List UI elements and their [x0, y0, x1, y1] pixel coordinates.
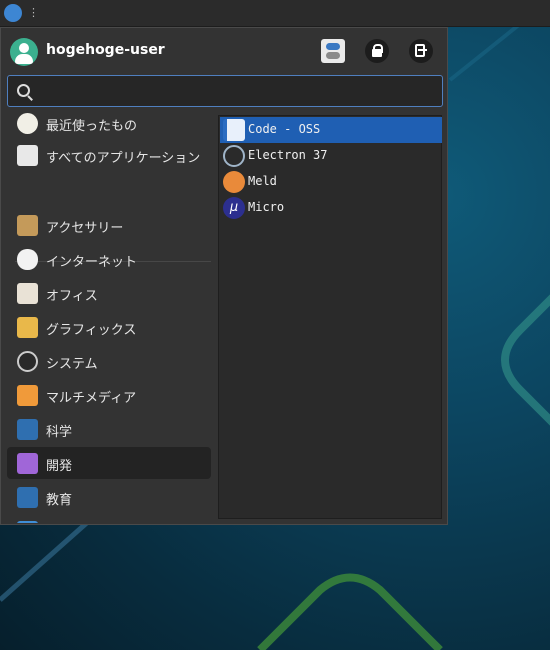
category-internet[interactable]: インターネット: [7, 243, 211, 275]
category-settings[interactable]: 設定: [7, 515, 211, 523]
search-box[interactable]: [7, 75, 443, 107]
category-label: オフィス: [46, 289, 98, 304]
category-label: マルチメディア: [46, 391, 137, 406]
category-graphics[interactable]: グラフィックス: [7, 311, 211, 343]
username: hogehoge-user: [46, 42, 165, 58]
micro-icon: μ: [223, 197, 245, 219]
system-icon: [17, 351, 38, 372]
category-label: 教育: [46, 493, 73, 508]
category-label: グラフィックス: [46, 323, 137, 338]
whisker-menu-icon[interactable]: [4, 4, 22, 22]
settings-button[interactable]: [321, 39, 345, 63]
office-icon: [17, 283, 38, 304]
category-label: すべてのアプリケーション: [46, 151, 201, 166]
education-icon: [17, 487, 38, 508]
category-label: アクセサリー: [46, 221, 124, 236]
app-label: Code - OSS: [248, 122, 321, 136]
logout-button[interactable]: [409, 39, 433, 63]
category-label: 開発: [46, 459, 73, 474]
app-electron[interactable]: Electron 37: [220, 143, 442, 169]
category-label: 科学: [46, 425, 73, 440]
electron-icon: [223, 145, 245, 167]
settings-icon-part: [326, 52, 340, 59]
app-micro[interactable]: μ Micro: [220, 195, 442, 221]
category-label: 最近使ったもの: [46, 119, 138, 134]
graphics-icon: [17, 317, 38, 338]
development-icon: [17, 453, 38, 474]
multimedia-icon: [17, 385, 38, 406]
avatar[interactable]: [10, 38, 38, 66]
category-accessories[interactable]: アクセサリー: [7, 209, 211, 241]
category-label: インターネット: [46, 255, 138, 270]
category-list: 最近使ったもの すべてのアプリケーション アクセサリー インターネット オフィス…: [1, 113, 217, 523]
category-multimedia[interactable]: マルチメディア: [7, 379, 211, 411]
search-icon: [17, 84, 30, 97]
category-development[interactable]: 開発: [7, 447, 211, 479]
application-list: Code - OSS Electron 37 Meld μ Micro: [218, 115, 442, 519]
accessories-icon: [17, 215, 38, 236]
app-code-oss[interactable]: Code - OSS: [220, 117, 442, 143]
search-input[interactable]: [40, 81, 440, 103]
meld-icon: [223, 171, 245, 193]
code-oss-icon: [223, 119, 245, 141]
category-label: システム: [46, 357, 98, 372]
app-label: Electron 37: [248, 148, 328, 162]
settings-icon: [326, 43, 340, 50]
category-education[interactable]: 教育: [7, 481, 211, 513]
category-office[interactable]: オフィス: [7, 277, 211, 309]
settings-icon: [17, 521, 38, 523]
logout-icon-arrow: [418, 49, 427, 51]
category-recent[interactable]: 最近使ったもの: [7, 113, 211, 139]
app-meld[interactable]: Meld: [220, 169, 442, 195]
application-menu: hogehoge-user 最近使ったもの すべてのアプリケーション アクセサリ…: [0, 27, 448, 525]
internet-icon: [17, 249, 38, 270]
app-label: Micro: [248, 200, 285, 214]
recent-icon: [17, 113, 38, 134]
science-icon: [17, 419, 38, 440]
top-panel: ⋮: [0, 0, 550, 27]
app-label: Meld: [248, 174, 277, 188]
category-all-applications[interactable]: すべてのアプリケーション: [7, 139, 211, 171]
menu-header: hogehoge-user: [1, 28, 449, 74]
lock-screen-button[interactable]: [365, 39, 389, 63]
lock-icon-body: [372, 49, 382, 57]
all-apps-icon: [17, 145, 38, 166]
category-system[interactable]: システム: [7, 345, 211, 377]
panel-handle[interactable]: ⋮: [28, 6, 39, 20]
category-science[interactable]: 科学: [7, 413, 211, 445]
